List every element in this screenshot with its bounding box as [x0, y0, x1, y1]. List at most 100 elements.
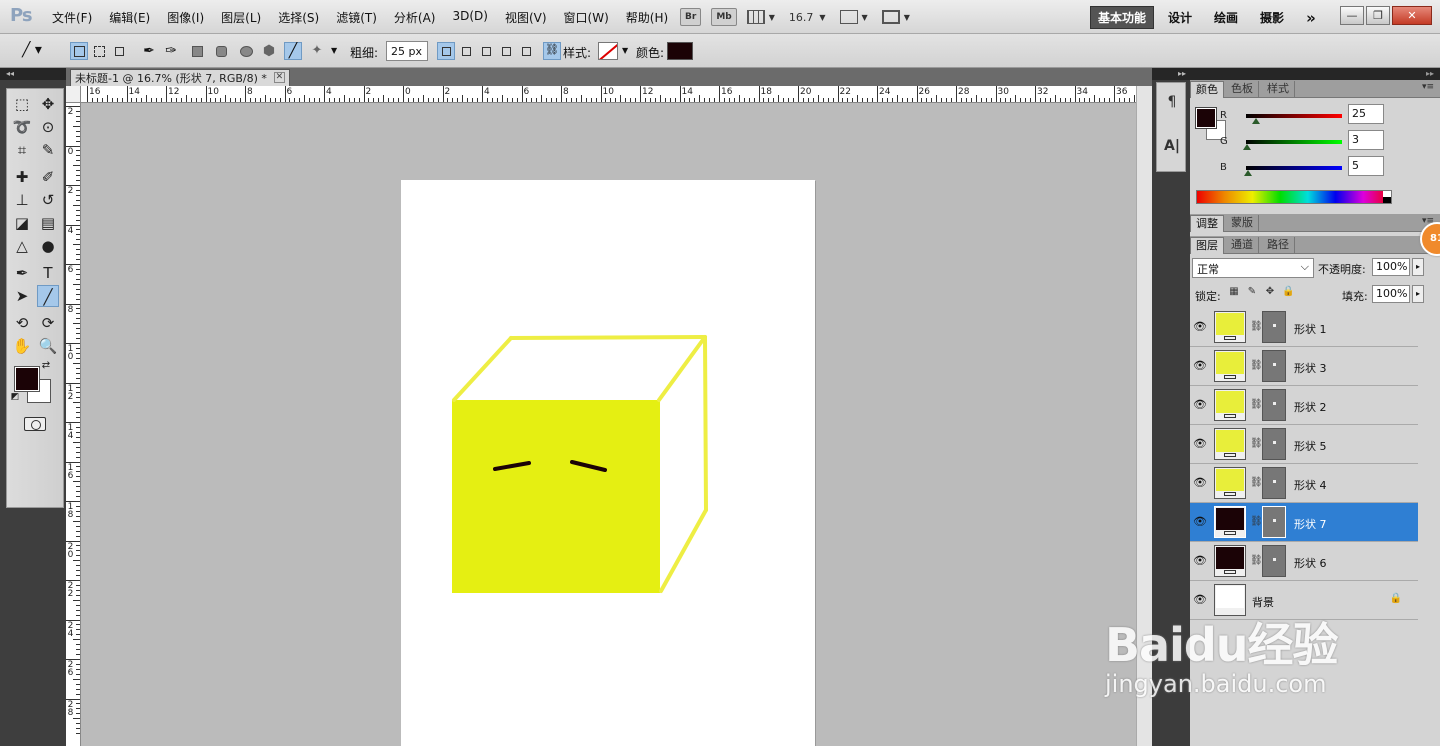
menu-item-0[interactable]: 文件(F) — [52, 9, 92, 26]
workspace-photography[interactable]: 摄影 — [1260, 9, 1284, 26]
vector-mask-thumbnail[interactable] — [1262, 389, 1286, 421]
tab-styles[interactable]: 样式 — [1262, 81, 1295, 98]
slider-track-r[interactable] — [1246, 114, 1342, 118]
tab-paths[interactable]: 路径 — [1262, 237, 1295, 254]
layer-row[interactable]: 👁 ⛓ 形状 5 — [1190, 425, 1418, 464]
menu-item-7[interactable]: 3D(D) — [452, 9, 487, 26]
pen-icon[interactable]: ✒ — [140, 42, 158, 60]
mini-bridge-button[interactable]: Mb — [711, 8, 737, 26]
gradient-tool[interactable]: ▤ — [37, 212, 59, 234]
ellipse-shape-button[interactable] — [236, 42, 254, 60]
freeform-pen-icon[interactable]: ✑ — [162, 42, 180, 60]
chevron-down-icon[interactable]: ▼ — [769, 13, 775, 22]
vector-mask-thumbnail[interactable] — [1262, 545, 1286, 577]
view-extras-icon[interactable] — [746, 10, 765, 24]
vector-mask-thumbnail[interactable] — [1262, 428, 1286, 460]
vector-mask-thumbnail[interactable] — [1262, 467, 1286, 499]
default-colors-icon[interactable]: ◩ — [9, 391, 21, 403]
panel-foreground-swatch[interactable] — [1195, 107, 1217, 129]
zoom-chevron-down-icon[interactable]: ▼ — [819, 13, 825, 22]
vector-mask-thumbnail[interactable] — [1262, 506, 1286, 538]
slider-input-g[interactable]: 3 — [1348, 130, 1384, 150]
opacity-arrow-icon[interactable]: ▸ — [1412, 258, 1424, 276]
3d-orbit-tool[interactable]: ⟳ — [37, 312, 59, 334]
close-icon[interactable]: ✕ — [273, 72, 285, 83]
eye-icon[interactable]: 👁 — [1192, 320, 1208, 334]
document-tab[interactable]: 未标题-1 @ 16.7% (形状 7, RGB/8) * ✕ — [70, 69, 290, 86]
lock-transparent-icon[interactable]: ▦ — [1228, 286, 1240, 298]
rounded-rectangle-button[interactable] — [212, 42, 230, 60]
path-select-tool[interactable]: ➤ — [11, 285, 33, 307]
eye-icon[interactable]: 👁 — [1192, 359, 1208, 373]
eye-icon[interactable]: 👁 — [1192, 398, 1208, 412]
quick-mask-button[interactable] — [24, 417, 46, 431]
intersect-shape-button[interactable] — [497, 42, 515, 60]
eye-icon[interactable]: 👁 — [1192, 515, 1208, 529]
vector-mask-thumbnail[interactable] — [1262, 311, 1286, 343]
menu-item-1[interactable]: 编辑(E) — [109, 9, 150, 26]
slider-input-r[interactable]: 25 — [1348, 104, 1384, 124]
subtract-shape-button[interactable] — [477, 42, 495, 60]
swap-colors-icon[interactable]: ⇄ — [39, 359, 53, 373]
slider-thumb-r[interactable] — [1251, 118, 1260, 124]
fill-pixels-button[interactable] — [110, 42, 128, 60]
polygon-shape-button[interactable]: ⬢ — [260, 42, 278, 60]
menu-item-8[interactable]: 视图(V) — [505, 9, 547, 26]
move-tool[interactable]: ✥ — [37, 93, 59, 115]
color-swatch[interactable] — [667, 42, 693, 60]
lock-position-icon[interactable]: ✥ — [1264, 286, 1276, 298]
link-icon[interactable]: ⛓ — [1250, 399, 1263, 410]
blend-mode-select[interactable]: 正常 — [1192, 258, 1314, 278]
minimize-button[interactable]: — — [1340, 6, 1364, 25]
eyedropper-tool[interactable]: ✎ — [37, 139, 59, 161]
foreground-color-swatch[interactable] — [14, 366, 40, 392]
layer-row[interactable]: 👁 背景 🔒 — [1190, 581, 1418, 620]
weight-input[interactable]: 25 px — [386, 41, 428, 61]
tab-masks[interactable]: 蒙版 — [1226, 215, 1259, 232]
toolbox-collapse-icon[interactable]: ◂◂ — [0, 68, 66, 80]
healing-brush-tool[interactable]: ✚ — [11, 166, 33, 188]
ruler-origin[interactable] — [66, 86, 81, 103]
line-shape-button[interactable]: ╱ — [284, 42, 302, 60]
menu-item-6[interactable]: 分析(A) — [394, 9, 436, 26]
link-icon[interactable]: ⛓ — [1250, 321, 1263, 332]
color-spectrum[interactable] — [1196, 190, 1392, 204]
fill-input[interactable]: 100% — [1372, 285, 1410, 303]
type-tool[interactable]: T — [37, 262, 59, 284]
screen-mode-chevron-down-icon[interactable]: ▼ — [904, 13, 910, 22]
workspace-design[interactable]: 设计 — [1168, 9, 1192, 26]
workspace-painting[interactable]: 绘画 — [1214, 9, 1238, 26]
workspace-more-button[interactable]: » — [1306, 10, 1316, 25]
new-shape-layer-button[interactable] — [437, 42, 455, 60]
lock-all-icon[interactable]: 🔒 — [1282, 286, 1294, 298]
layer-row[interactable]: 👁 ⛓ 形状 1 — [1190, 308, 1418, 347]
layer-row[interactable]: 👁 ⛓ 形状 3 — [1190, 347, 1418, 386]
dodge-tool[interactable]: ● — [37, 235, 59, 257]
layer-row[interactable]: 👁 ⛓ 形状 2 — [1190, 386, 1418, 425]
eye-icon[interactable]: 👁 — [1192, 437, 1208, 451]
link-icon[interactable]: ⛓ — [1250, 516, 1263, 527]
arrange-chevron-down-icon[interactable]: ▼ — [862, 13, 868, 22]
menu-item-10[interactable]: 帮助(H) — [626, 9, 668, 26]
link-icon[interactable]: ⛓ — [1250, 555, 1263, 566]
blur-tool[interactable]: △ — [11, 235, 33, 257]
horizontal-ruler[interactable]: 16 14 12 10 8 6 4 2 0 2 4 6 8 10 12 14 16 18 20 22 24 26 28 30 3… — [66, 86, 1136, 103]
eye-icon[interactable]: 👁 — [1192, 593, 1208, 607]
workspace-essentials[interactable]: 基本功能 — [1090, 6, 1155, 29]
custom-shape-button[interactable]: ✦ — [308, 42, 326, 60]
lasso-tool[interactable]: ➰ — [11, 116, 33, 138]
layer-row[interactable]: 👁 ⛓ 形状 6 — [1190, 542, 1418, 581]
panels-collapse-icon[interactable]: ▸▸ — [1190, 68, 1440, 80]
shape-layers-button[interactable] — [70, 42, 88, 60]
lock-pixels-icon[interactable]: ✎ — [1246, 286, 1258, 298]
marquee-tool[interactable]: ⬚ — [11, 93, 33, 115]
vertical-scrollbar[interactable] — [1136, 86, 1152, 746]
link-icon[interactable]: ⛓ — [543, 42, 561, 60]
close-button[interactable]: ✕ — [1392, 6, 1432, 25]
arrange-documents-icon[interactable] — [839, 10, 858, 24]
tab-color[interactable]: 颜色 — [1190, 81, 1224, 98]
link-icon[interactable]: ⛓ — [1250, 438, 1263, 449]
menu-item-5[interactable]: 滤镜(T) — [336, 9, 377, 26]
panel-menu-icon[interactable]: ▾≡ — [1422, 82, 1434, 92]
paths-button[interactable] — [90, 42, 108, 60]
